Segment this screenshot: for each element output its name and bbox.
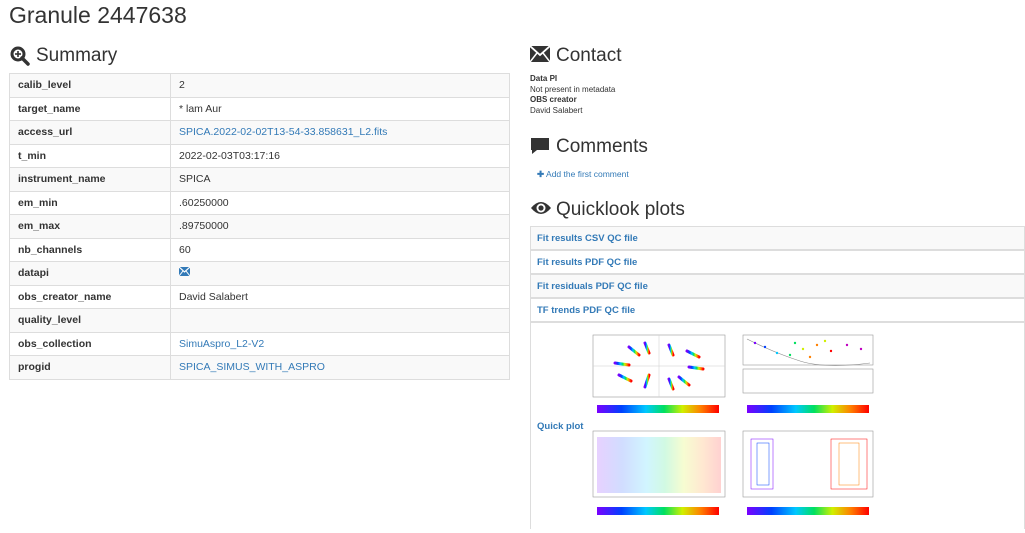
data-pi-label: Data PI (530, 74, 558, 83)
eye-icon (530, 200, 551, 220)
comment-icon (530, 137, 550, 157)
comments-heading: Comments (530, 136, 648, 158)
fit-residuals-pdf-link[interactable]: Fit residuals PDF QC file (537, 281, 648, 292)
table-row: obs_collection SimuAspro_L2-V2 (9, 331, 510, 356)
comments-heading-label: Comments (556, 136, 648, 157)
fit-results-csv-link[interactable]: Fit results CSV QC file (537, 233, 638, 244)
row-key: instrument_name (9, 167, 171, 192)
row-key: target_name (9, 96, 171, 121)
search-icon (10, 46, 30, 66)
obs-creator-label: OBS creator (530, 95, 577, 104)
contact-info: Data PI Not present in metadata OBS crea… (530, 74, 615, 116)
envelope-icon[interactable] (178, 266, 191, 279)
table-row: progid SPICA_SIMUS_WITH_ASPRO (9, 355, 510, 380)
ql-row: TF trends PDF QC file (530, 298, 1025, 322)
row-key: quality_level (9, 308, 171, 333)
row-value (170, 308, 510, 333)
row-value: David Salabert (170, 284, 510, 309)
table-row: datapi (9, 261, 510, 286)
table-row: target_name * lam Aur (9, 96, 510, 121)
add-comment-link[interactable]: ✚ Add the first comment (537, 169, 629, 180)
row-key: access_url (9, 120, 171, 145)
page-title: Granule 2447638 (9, 2, 187, 28)
envelope-icon (529, 45, 551, 66)
fit-results-pdf-link[interactable]: Fit results PDF QC file (537, 257, 637, 268)
table-row: quality_level (9, 308, 510, 333)
row-value: * lam Aur (170, 96, 510, 121)
data-pi-value: Not present in metadata (530, 84, 616, 94)
table-row: access_url SPICA.2022-02-02T13-54-33.8586… (9, 120, 510, 145)
table-row: instrument_name SPICA (9, 167, 510, 192)
obs-collection-link[interactable]: SimuAspro_L2-V2 (179, 338, 264, 350)
row-value: SPICA.2022-02-02T13-54-33.858631_L2.fits (170, 120, 510, 145)
row-key: em_min (9, 190, 171, 215)
row-value: 60 (170, 237, 510, 262)
table-row: nb_channels 60 (9, 237, 510, 262)
ql-row: Fit results CSV QC file (530, 226, 1025, 250)
row-key: obs_collection (9, 331, 171, 356)
access-url-link[interactable]: SPICA.2022-02-02T13-54-33.858631_L2.fits (179, 126, 387, 138)
ql-row: Fit results PDF QC file (530, 250, 1025, 274)
obs-creator-value: David Salabert (530, 105, 583, 115)
tf-trends-pdf-link[interactable]: TF trends PDF QC file (537, 305, 635, 316)
summary-table: calib_level 2 target_name * lam Aur access… (9, 73, 510, 380)
quick-plot-image[interactable] (585, 325, 881, 533)
ql-row: Fit residuals PDF QC file (530, 274, 1025, 298)
table-row: em_min .60250000 (9, 190, 510, 215)
row-key: calib_level (9, 73, 171, 98)
row-value: .89750000 (170, 214, 510, 239)
table-row: em_max .89750000 (9, 214, 510, 239)
row-value (170, 261, 510, 286)
row-value: SPICA (170, 167, 510, 192)
quicklook-heading-label: Quicklook plots (556, 199, 685, 220)
quicklook-heading: Quicklook plots (530, 199, 685, 221)
row-key: obs_creator_name (9, 284, 171, 309)
row-value: .60250000 (170, 190, 510, 215)
summary-heading: Summary (10, 45, 117, 67)
row-value: SPICA_SIMUS_WITH_ASPRO (170, 355, 510, 380)
row-key: t_min (9, 143, 171, 168)
quick-plot-row: Quick plot (530, 322, 1025, 529)
summary-heading-label: Summary (36, 45, 118, 66)
row-key: em_max (9, 214, 171, 239)
row-value: 2 (170, 73, 510, 98)
row-value: 2022-02-03T03:17:16 (170, 143, 510, 168)
row-value: SimuAspro_L2-V2 (170, 331, 510, 356)
contact-heading-label: Contact (556, 45, 622, 66)
row-key: progid (9, 355, 171, 380)
table-row: t_min 2022-02-03T03:17:16 (9, 143, 510, 168)
table-row: obs_creator_name David Salabert (9, 284, 510, 309)
table-row: calib_level 2 (9, 73, 510, 98)
quick-plot-link[interactable]: Quick plot (537, 421, 583, 432)
row-key: datapi (9, 261, 171, 286)
add-comment-label: Add the first comment (546, 169, 629, 179)
plus-icon: ✚ (537, 169, 545, 179)
row-key: nb_channels (9, 237, 171, 262)
progid-link[interactable]: SPICA_SIMUS_WITH_ASPRO (179, 361, 325, 373)
contact-heading: Contact (529, 45, 622, 67)
